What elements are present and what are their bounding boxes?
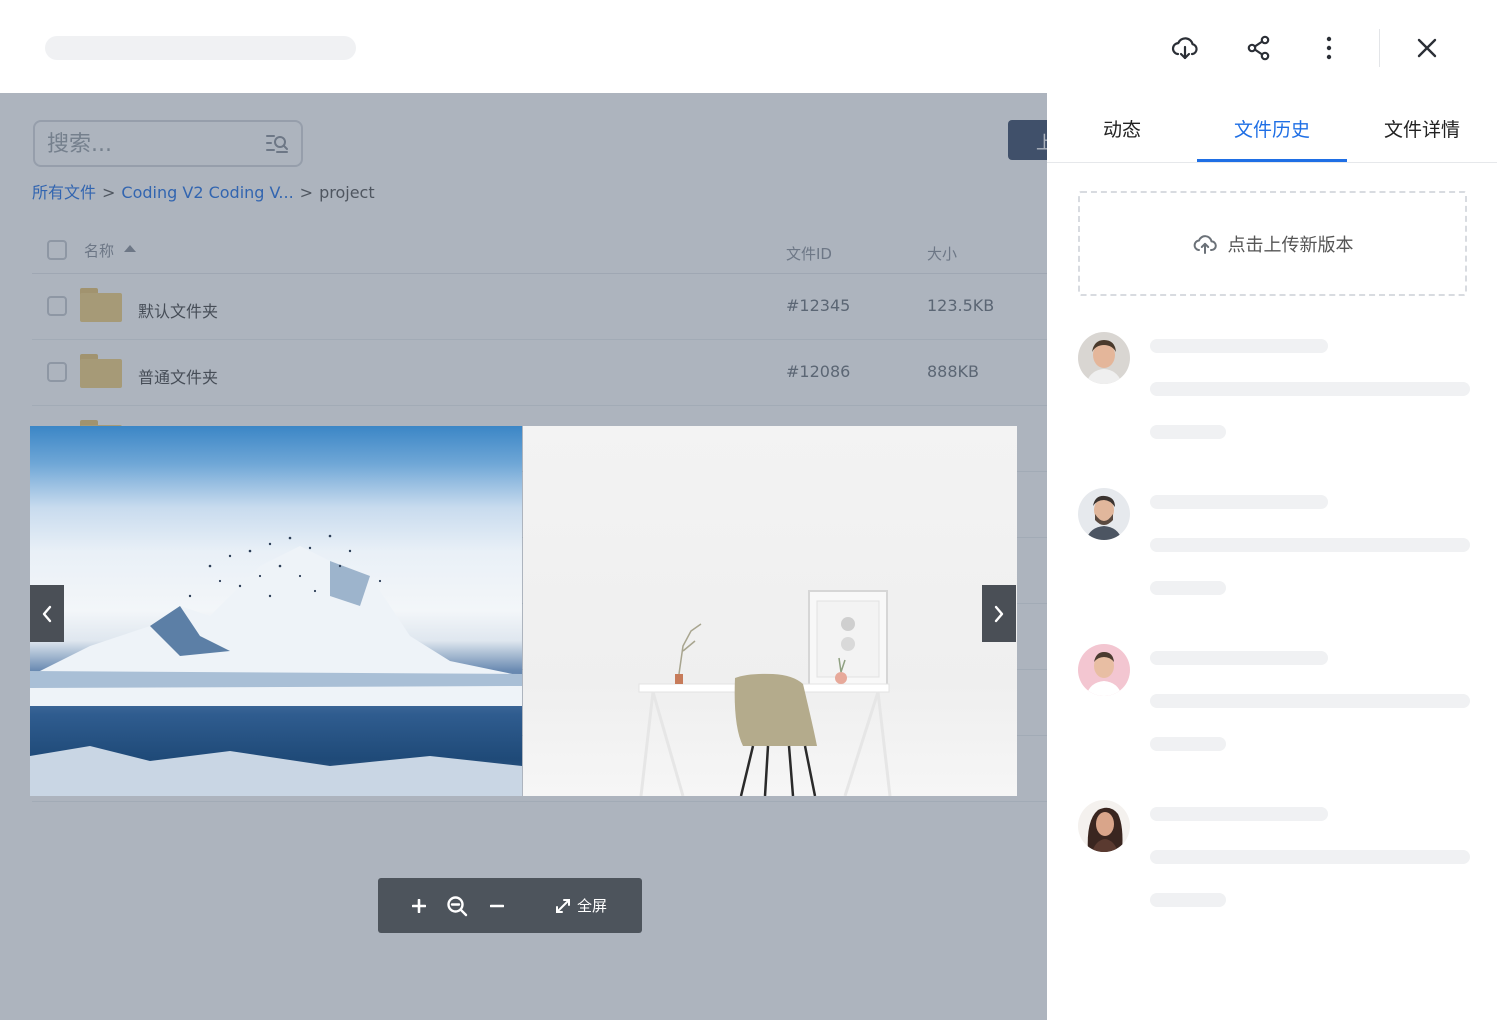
more-button[interactable] <box>1311 30 1347 66</box>
skeleton-line <box>1150 651 1328 665</box>
skeleton-line <box>1150 425 1226 439</box>
skeleton-line <box>1150 538 1470 552</box>
zoom-out-button[interactable] <box>482 878 512 933</box>
history-entry <box>1078 488 1470 608</box>
history-entry <box>1078 800 1470 920</box>
tab-file-history[interactable]: 文件历史 <box>1197 93 1347 163</box>
viewer-toolbar: 全屏 <box>378 878 642 933</box>
chevron-left-icon <box>42 605 52 622</box>
zoom-out-icon <box>447 895 468 916</box>
skeleton-line <box>1150 737 1226 751</box>
file-list-area: 上 所有文件>Coding V2 Coding V...>project 名称 … <box>0 93 1047 1020</box>
history-entry <box>1078 332 1470 452</box>
preview-image-glacier <box>30 426 522 796</box>
skeleton-line <box>1150 581 1226 595</box>
close-button[interactable] <box>1409 30 1445 66</box>
share-icon <box>1247 35 1270 61</box>
preview-image-desk <box>523 426 1017 796</box>
avatar <box>1078 332 1130 384</box>
tab-activity[interactable]: 动态 <box>1047 93 1197 163</box>
download-button[interactable] <box>1167 30 1203 66</box>
plus-icon <box>412 898 426 913</box>
share-button[interactable] <box>1241 30 1277 66</box>
skeleton-line <box>1150 850 1470 864</box>
zoom-in-button[interactable] <box>404 878 434 933</box>
minus-icon <box>490 904 504 907</box>
upload-new-version-label: 点击上传新版本 <box>1227 234 1354 256</box>
cloud-download-icon <box>1171 37 1198 60</box>
skeleton-line <box>1150 495 1328 509</box>
history-entry <box>1078 644 1470 764</box>
prev-image-button[interactable] <box>30 585 64 642</box>
avatar <box>1078 644 1130 696</box>
viewer-header <box>0 0 1500 93</box>
more-vertical-icon <box>1326 36 1332 60</box>
header-divider <box>1379 29 1380 67</box>
image-viewer <box>30 426 1017 796</box>
skeleton-line <box>1150 694 1470 708</box>
next-image-button[interactable] <box>982 585 1016 642</box>
skeleton-line <box>1150 382 1470 396</box>
expand-icon <box>555 898 570 913</box>
avatar <box>1078 800 1130 852</box>
active-tab-indicator <box>1197 159 1347 162</box>
file-side-panel: 动态 文件历史 文件详情 点击上传新版本 <box>1047 93 1500 1020</box>
cloud-upload-icon <box>1193 234 1217 254</box>
zoom-reset-button[interactable] <box>442 878 472 933</box>
fullscreen-label: 全屏 <box>576 897 607 915</box>
skeleton-line <box>1150 893 1226 907</box>
upload-new-version-dropzone[interactable]: 点击上传新版本 <box>1078 191 1467 296</box>
chevron-right-icon <box>994 605 1004 622</box>
tab-file-details[interactable]: 文件详情 <box>1347 93 1497 163</box>
skeleton-line <box>1150 339 1328 353</box>
panel-tabs: 动态 文件历史 文件详情 <box>1047 93 1497 163</box>
file-title-placeholder <box>45 36 356 60</box>
skeleton-line <box>1150 807 1328 821</box>
avatar <box>1078 488 1130 540</box>
close-icon <box>1417 38 1437 58</box>
fullscreen-button[interactable]: 全屏 <box>544 878 618 933</box>
